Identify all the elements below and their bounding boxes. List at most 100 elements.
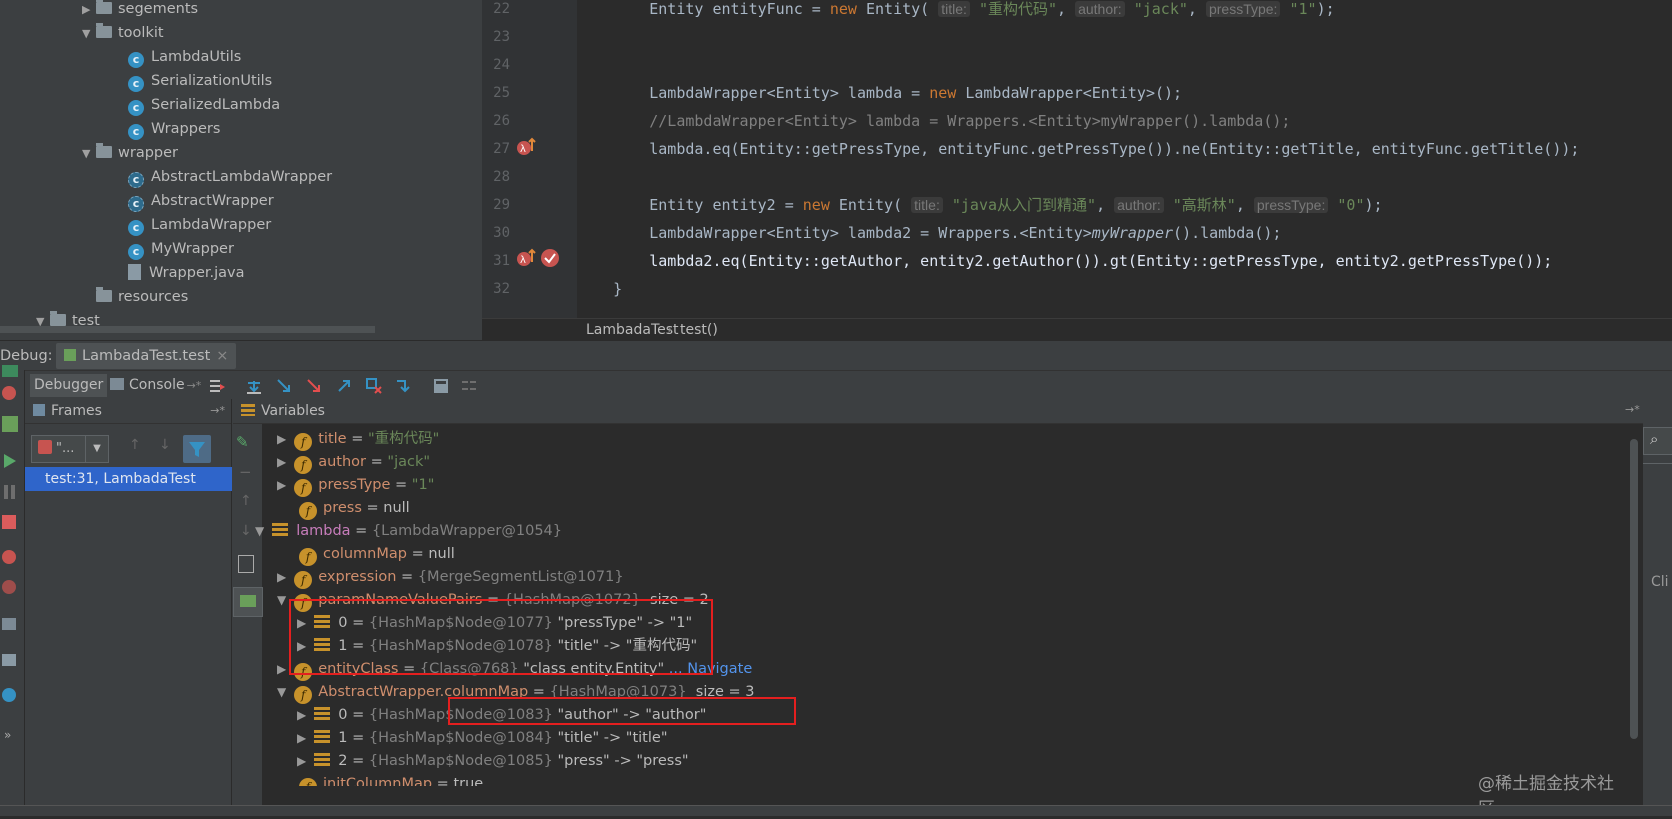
remove-watch-icon[interactable]: −	[239, 463, 252, 481]
tree-folder-resources[interactable]: resources	[82, 285, 188, 309]
chevron-down-icon[interactable]: ▼	[82, 142, 96, 166]
code-line-32: }	[577, 280, 623, 298]
line-number: 27	[493, 141, 510, 157]
variable-row[interactable]: ▶ f author = "jack"	[277, 450, 430, 474]
stop-icon[interactable]	[2, 515, 16, 529]
lambda-breakpoint-icon[interactable]: λ	[516, 248, 538, 268]
pin-icon[interactable]: →*	[210, 399, 225, 423]
variable-row[interactable]: f columnMap = null	[299, 542, 455, 566]
tree-folder-segements[interactable]: ▶ segements	[82, 0, 198, 21]
tree-item-serializationutils[interactable]: c SerializationUtils	[128, 69, 272, 93]
frame-down-icon[interactable]: ↓	[159, 437, 171, 453]
abstract-class-icon: c	[128, 172, 144, 188]
code-line-30: LambdaWrapper<Entity> lambda2 = Wrappers…	[577, 224, 1282, 242]
tree-folder-wrapper[interactable]: ▼ wrapper	[82, 141, 178, 165]
breakpoint-check-icon[interactable]	[540, 248, 560, 268]
pin-icon[interactable]: →*	[1625, 403, 1640, 416]
chevron-right-icon[interactable]: ▶	[277, 570, 286, 584]
variable-row[interactable]: f press = null	[299, 496, 410, 520]
folder-icon	[96, 143, 112, 158]
breadcrumb-separator-icon: ›	[667, 322, 673, 338]
tree-item-mywrapper[interactable]: c MyWrapper	[128, 237, 234, 261]
evaluate-expression-icon[interactable]	[432, 377, 450, 395]
more-icon[interactable]: »	[4, 728, 11, 742]
code-line-27: lambda.eq(Entity::getPressType, entityFu…	[577, 140, 1580, 158]
java-file-icon	[128, 264, 141, 280]
chevron-right-icon[interactable]: ▶	[277, 455, 286, 469]
tree-folder-toolkit[interactable]: ▼ toolkit	[82, 21, 164, 45]
tree-horizontal-scrollbar[interactable]	[0, 326, 375, 333]
code-editor[interactable]: Entity entityFunc = new Entity( title: "…	[577, 0, 1672, 318]
tree-item-abstractlambdawrapper[interactable]: c AbstractLambdaWrapper	[128, 165, 332, 189]
mute-breakpoints-icon[interactable]	[2, 580, 16, 594]
variable-row[interactable]: ▶ 1 = {HashMap$Node@1084} "title" -> "tit…	[297, 726, 668, 750]
chevron-right-icon[interactable]: ▶	[277, 662, 286, 676]
trace-icon[interactable]	[460, 377, 478, 395]
duplicate-watch-icon[interactable]	[238, 555, 254, 573]
tree-item-abstractwrapper[interactable]: c AbstractWrapper	[128, 189, 274, 213]
code-line-29: Entity entity2 = new Entity( title: "jav…	[577, 196, 1383, 214]
frames-icon	[33, 404, 45, 416]
tree-item-wrapper-java[interactable]: Wrapper.java	[128, 261, 244, 285]
tab-debugger[interactable]: Debugger	[30, 374, 108, 397]
tree-item-lambdawrapper[interactable]: c LambdaWrapper	[128, 213, 271, 237]
chevron-right-icon[interactable]: ▶	[82, 0, 96, 22]
variable-row[interactable]: ▶ 2 = {HashMap$Node@1085} "press" -> "pre…	[297, 749, 689, 773]
tree-item-wrappers[interactable]: c Wrappers	[128, 117, 220, 141]
step-into-icon[interactable]	[275, 377, 293, 395]
thread-select[interactable]: "... ▼	[31, 435, 109, 463]
chevron-down-icon[interactable]: ▼	[85, 435, 109, 463]
chevron-right-icon[interactable]: ▶	[297, 731, 306, 745]
search-field[interactable]: ⌕	[1643, 427, 1672, 455]
variable-row[interactable]: ▶ f expression = {MergeSegmentList@1071}	[277, 565, 624, 589]
chevron-right-icon[interactable]: ▶	[277, 432, 286, 446]
resume-program-icon[interactable]	[2, 416, 18, 432]
variables-scrollbar[interactable]	[1630, 439, 1638, 739]
debug-side-toolbar: »	[0, 365, 25, 815]
tab-console[interactable]: Console →*	[110, 374, 201, 397]
lambda-breakpoint-icon[interactable]: λ	[516, 137, 538, 157]
frame-up-icon[interactable]: ↑	[129, 437, 141, 453]
rerun-icon[interactable]	[2, 365, 18, 377]
move-down-icon[interactable]: ↓	[240, 523, 252, 539]
frame-item[interactable]: test:31, LambadaTest	[25, 467, 235, 491]
variable-row[interactable]: ▶ f title = "重构代码"	[277, 427, 439, 451]
variable-row[interactable]: ▼ lambda = {LambdaWrapper@1054}	[255, 519, 562, 543]
filter-button[interactable]	[183, 435, 211, 463]
breadcrumb-method[interactable]: test()	[680, 319, 718, 341]
show-watches-button[interactable]	[233, 587, 263, 617]
close-icon[interactable]: ×	[216, 348, 228, 364]
tree-item-serializedlambda[interactable]: c SerializedLambda	[128, 93, 280, 117]
chevron-down-icon[interactable]: ▼	[82, 22, 96, 46]
drop-frame-icon[interactable]	[365, 377, 383, 395]
variable-row[interactable]: finitColumnMap = true	[299, 772, 483, 786]
tree-item-lambdautils[interactable]: c LambdaUtils	[128, 45, 241, 69]
restore-layout-icon[interactable]	[2, 654, 16, 666]
settings-icon[interactable]	[2, 688, 16, 702]
tab-lambadatest[interactable]: LambadaTest.test ×	[56, 343, 237, 369]
view-breakpoints-icon[interactable]	[2, 550, 16, 564]
chevron-right-icon[interactable]: ▶	[297, 708, 306, 722]
chevron-right-icon[interactable]: ▶	[297, 754, 306, 768]
show-execution-point-icon[interactable]	[208, 377, 226, 395]
chevron-right-icon[interactable]: ▶	[277, 478, 286, 492]
run-to-cursor-icon[interactable]	[395, 377, 413, 395]
force-step-into-icon[interactable]	[305, 377, 323, 395]
code-line-25: LambdaWrapper<Entity> lambda = new Lambd…	[577, 84, 1183, 102]
get-thread-dump-icon[interactable]	[2, 618, 16, 630]
chevron-down-icon[interactable]: ▼	[255, 524, 264, 538]
chevron-down-icon[interactable]: ▼	[277, 685, 286, 699]
new-watch-icon[interactable]: ✎	[236, 433, 249, 451]
resume-icon[interactable]	[3, 453, 17, 469]
step-out-icon[interactable]	[335, 377, 353, 395]
move-up-icon[interactable]: ↑	[240, 493, 252, 509]
chevron-down-icon[interactable]: ▼	[277, 593, 286, 607]
variable-row[interactable]: ▶ f pressType = "1"	[277, 473, 434, 497]
line-number: 32	[493, 281, 510, 297]
variables-toolbar: ✎ − ↑ ↓	[232, 399, 263, 805]
pause-icon[interactable]	[3, 484, 17, 500]
stop-icon-top[interactable]	[2, 386, 16, 400]
breadcrumb-file[interactable]: LambadaTest	[586, 319, 679, 341]
step-over-icon[interactable]	[245, 377, 263, 395]
status-bar	[0, 805, 1672, 816]
